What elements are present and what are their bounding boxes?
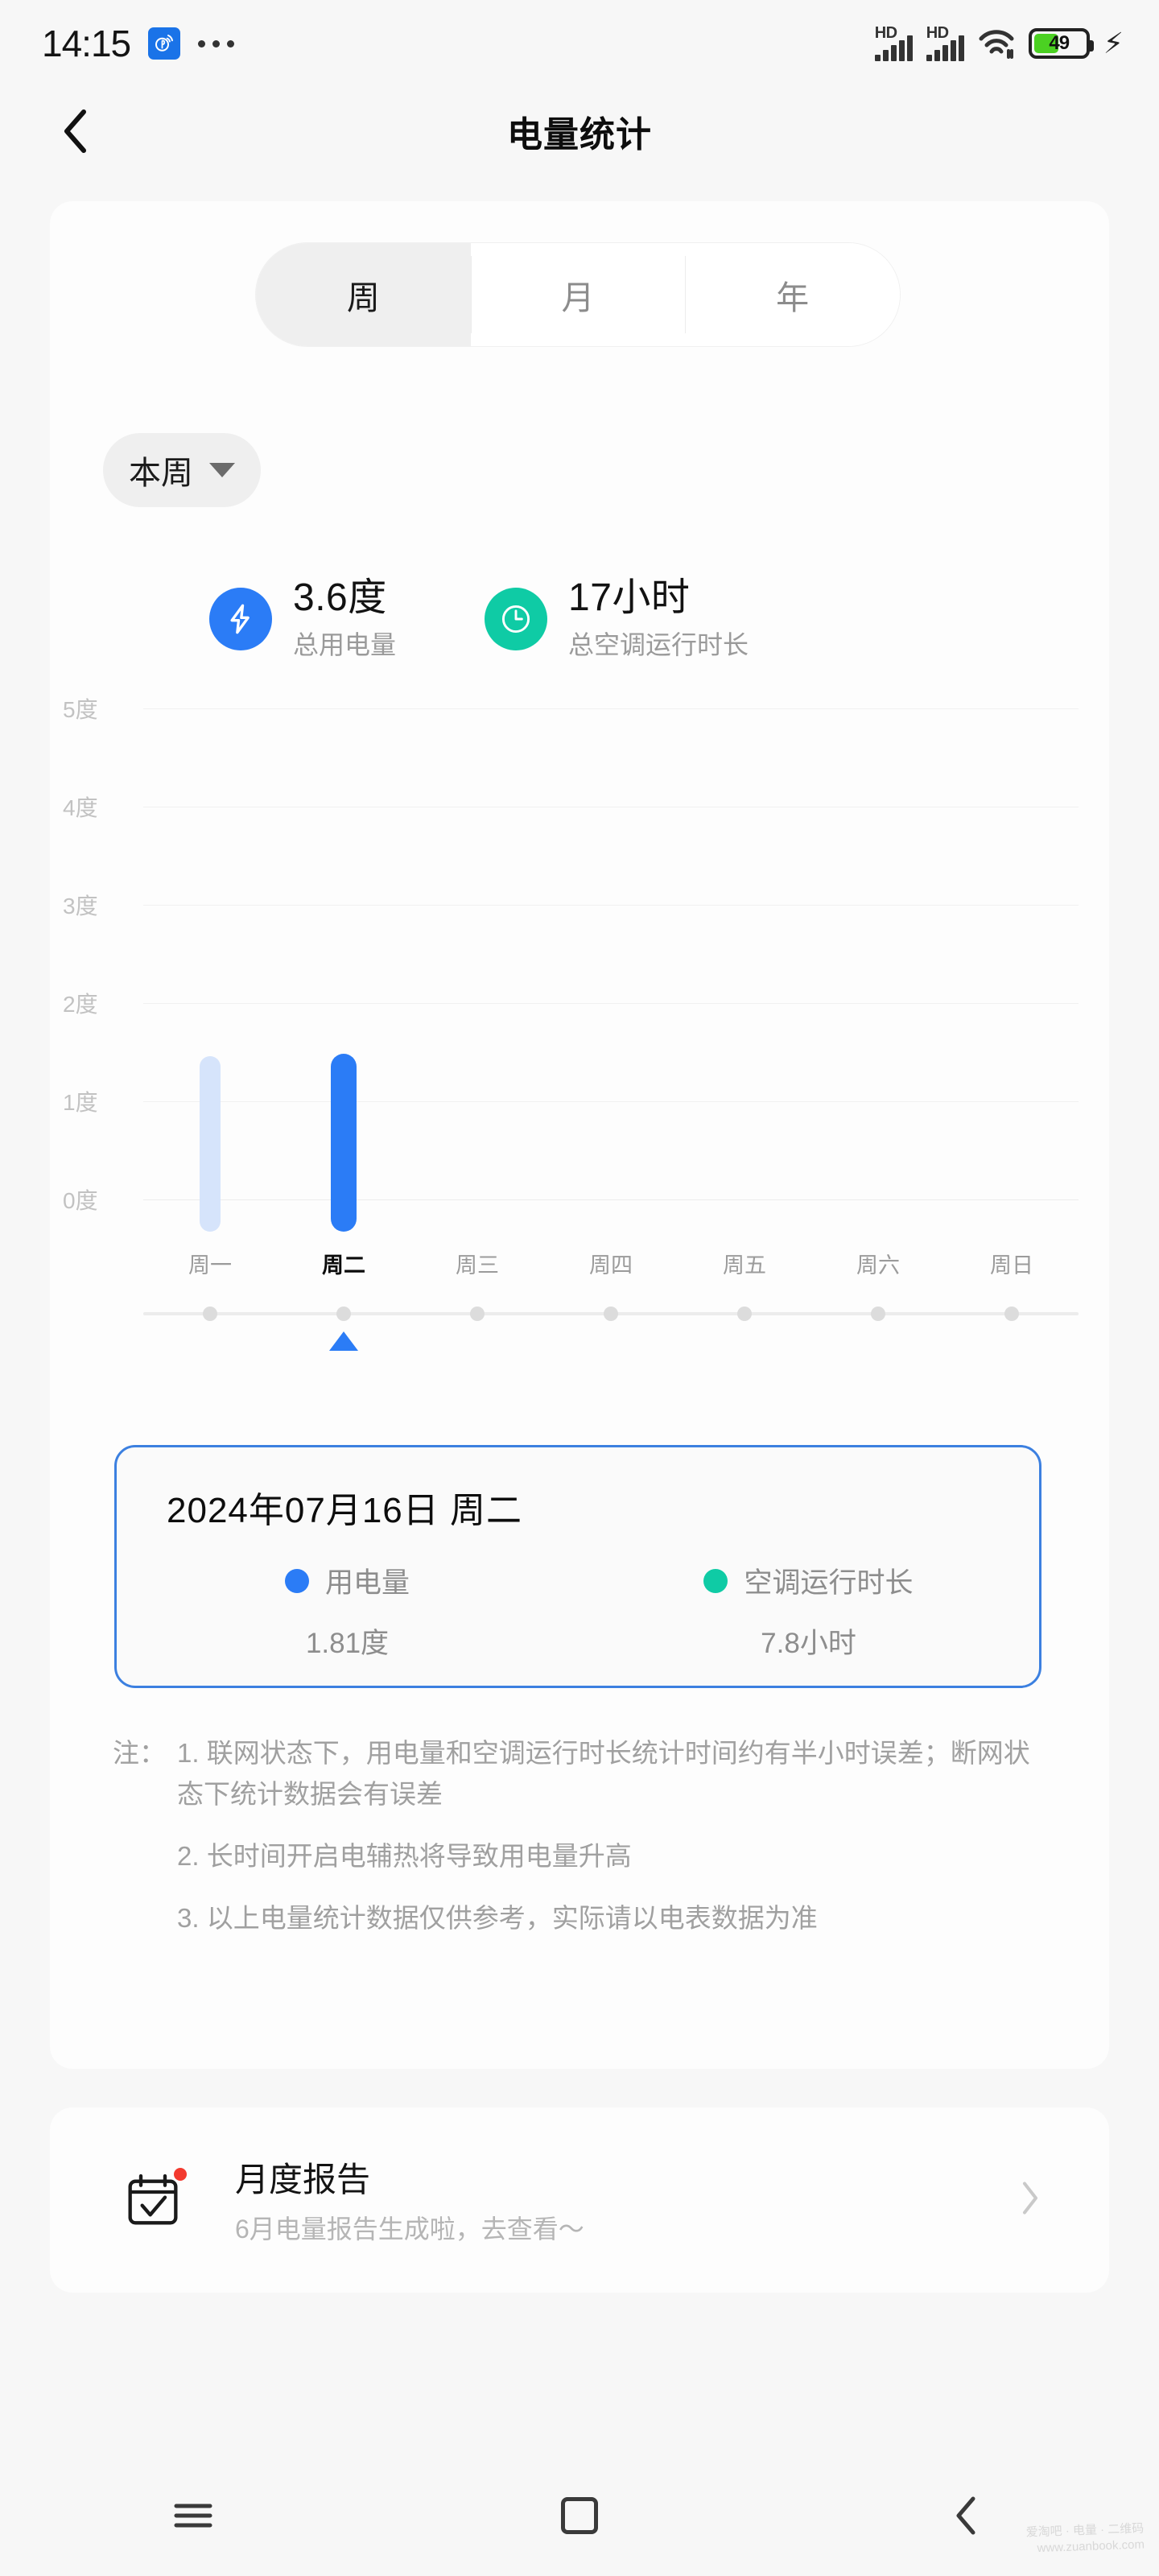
status-bar-right: HD HD 49 ⚡ — [874, 24, 1124, 61]
summary-stat-total-power: 3.6度 总用电量 — [209, 576, 396, 662]
x-tick-label[interactable]: 周四 — [589, 1248, 633, 1279]
status-bar-left: 14:15 — [42, 22, 235, 65]
charging-bolt-icon: ⚡ — [1103, 27, 1124, 60]
y-tick-label: 1度 — [63, 1090, 98, 1115]
legend-dot-runtime-icon — [703, 1568, 728, 1593]
home-square-icon — [561, 2497, 598, 2534]
battery-percent-label: 49 — [1049, 32, 1070, 54]
calendar-check-icon — [121, 2168, 187, 2232]
clock-icon — [485, 587, 548, 650]
notes-section: 注： 1. 联网状态下，用电量和空调运行时长统计时间约有半小时误差；断网状态下统… — [113, 1732, 1046, 1960]
detail-metric-runtime: 空调运行时长 7.8小时 — [578, 1560, 1039, 1662]
day-slider-dot[interactable] — [203, 1307, 217, 1321]
summary-stat-total-runtime: 17小时 总空调运行时长 — [485, 576, 749, 662]
y-tick-label: 3度 — [63, 894, 98, 919]
day-slider-dot[interactable] — [1004, 1307, 1019, 1321]
monthly-report-subtitle: 6月电量报告生成啦，去查看～ — [235, 2215, 584, 2244]
total-runtime-value: 17小时 — [568, 576, 691, 619]
wifi-icon — [978, 28, 1015, 59]
x-tick-label[interactable]: 周六 — [856, 1248, 900, 1279]
signal-app-icon — [148, 27, 181, 60]
legend-dot-power-icon — [284, 1568, 309, 1593]
hd-label-1: HD — [874, 24, 897, 42]
monthly-report-title: 月度报告 — [235, 2161, 371, 2198]
total-power-label: 总用电量 — [293, 630, 397, 659]
chevron-down-icon — [209, 463, 235, 477]
x-tick-label[interactable]: 周三 — [456, 1248, 499, 1279]
tab-week[interactable]: 周 — [256, 243, 471, 346]
x-tick-label[interactable]: 周一 — [188, 1248, 232, 1279]
y-tick-label: 0度 — [63, 1188, 98, 1213]
power-bolt-icon — [209, 587, 272, 650]
tab-year[interactable]: 年 — [685, 243, 900, 346]
status-bar-clock: 14:15 — [42, 23, 131, 64]
day-slider-dot[interactable] — [470, 1307, 485, 1321]
notification-dot — [174, 2168, 187, 2181]
day-slider-dot[interactable] — [737, 1307, 752, 1321]
y-tick-label: 5度 — [63, 697, 98, 722]
day-slider-pointer[interactable] — [329, 1331, 358, 1351]
status-bar: 14:15 HD HD 49 ⚡ — [0, 0, 1159, 87]
more-dots-icon — [198, 39, 235, 47]
title-bar: 电量统计 — [0, 87, 1159, 175]
chart-x-axis: 周一 周二 周三 周四 周五 周六 周日 — [143, 1248, 1079, 1288]
tab-month[interactable]: 月 — [470, 243, 686, 346]
range-select-dropdown[interactable]: 本周 — [103, 433, 261, 507]
day-slider-track[interactable] — [143, 1307, 1079, 1321]
x-tick-label[interactable]: 周五 — [723, 1248, 766, 1279]
watermark: 爱淘吧 · 电量 · 二维码 www.zuanbook.com — [1026, 2520, 1145, 2557]
x-tick-label[interactable]: 周二 — [322, 1248, 365, 1279]
system-nav-bar — [0, 2455, 1159, 2576]
y-tick-label: 4度 — [63, 795, 98, 820]
nav-recents-button[interactable] — [133, 2475, 254, 2556]
day-slider-dot[interactable] — [604, 1307, 618, 1321]
chevron-left-icon — [956, 2496, 975, 2535]
notes-prefix: 注： — [113, 1738, 166, 1768]
detail-runtime-label: 空调运行时长 — [744, 1567, 914, 1599]
monthly-report-card[interactable]: 月度报告 6月电量报告生成啦，去查看～ — [50, 2107, 1109, 2293]
page-title: 电量统计 — [507, 115, 652, 155]
hd-label-2: HD — [926, 24, 949, 42]
detail-metric-power: 用电量 1.81度 — [117, 1560, 578, 1662]
chart-bar[interactable] — [331, 1054, 357, 1232]
x-tick-label[interactable]: 周日 — [990, 1248, 1033, 1279]
note-item: 3. 以上电量统计数据仅供参考，实际请以电表数据为准 — [177, 1903, 818, 1934]
total-runtime-label: 总空调运行时长 — [568, 630, 749, 659]
period-tab-group[interactable]: 周 月 年 — [256, 243, 900, 346]
total-power-value: 3.6度 — [293, 576, 387, 619]
selected-day-detail-card: 2024年07月16日 周二 用电量 1.81度 空调运行时长 7.8小时 — [114, 1445, 1041, 1688]
note-item: 1. 联网状态下，用电量和空调运行时长统计时间约有半小时误差；断网状态下统计数据… — [177, 1738, 1030, 1810]
menu-lines-icon — [174, 2504, 212, 2528]
summary-stats: 3.6度 总用电量 17小时 总空调运行时长 — [0, 576, 1159, 662]
battery-indicator: 49 — [1028, 28, 1094, 59]
y-tick-label: 2度 — [63, 992, 98, 1017]
detail-power-value: 1.81度 — [305, 1628, 390, 1659]
detail-runtime-value: 7.8小时 — [761, 1628, 856, 1659]
nav-home-button[interactable] — [519, 2475, 640, 2556]
chart-bar[interactable] — [200, 1055, 221, 1232]
selected-date-label: 2024年07月16日 周二 — [167, 1491, 522, 1530]
day-slider-dot[interactable] — [336, 1307, 351, 1321]
chart-bars — [143, 708, 1079, 1232]
power-bar-chart: 5度 4度 3度 2度 1度 0度 — [0, 697, 1159, 1232]
cellular-signal-1-icon: HD — [874, 24, 913, 61]
note-item: 2. 长时间开启电辅热将导致用电量升高 — [177, 1841, 632, 1872]
app-screen: 14:15 HD HD 49 ⚡ 电量统计 周 月 年 本周 3.6度 总用电量… — [0, 0, 1159, 2576]
chevron-right-icon[interactable] — [1021, 2181, 1040, 2220]
notes-list: 1. 联网状态下，用电量和空调运行时长统计时间约有半小时误差；断网状态下统计数据… — [177, 1732, 1046, 1960]
cellular-signal-2-icon: HD — [926, 24, 964, 61]
nav-back-button[interactable] — [905, 2475, 1026, 2556]
day-slider-dot[interactable] — [871, 1307, 885, 1321]
range-select-value: 本周 — [129, 456, 193, 491]
detail-power-label: 用电量 — [324, 1567, 410, 1599]
